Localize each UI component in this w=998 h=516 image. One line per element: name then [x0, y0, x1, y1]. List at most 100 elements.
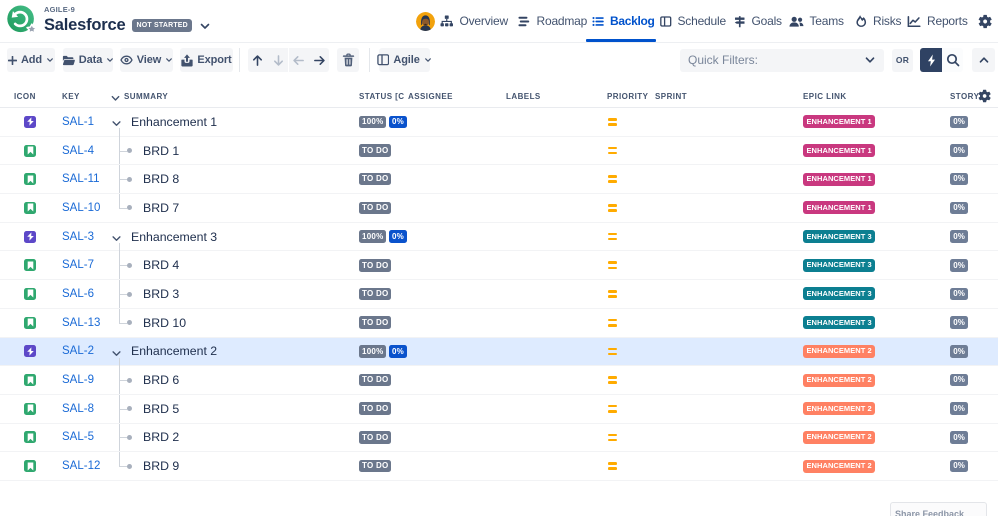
issue-key-link[interactable]: SAL-12 — [62, 460, 100, 472]
column-header-sprint[interactable]: SPRINT — [655, 80, 687, 108]
quick-filters-dropdown[interactable]: Quick Filters: — [680, 48, 884, 72]
tree-dot — [127, 320, 132, 326]
column-header-summary[interactable]: SUMMARY — [124, 80, 168, 108]
nav-item-roadmap[interactable]: Roadmap — [517, 0, 587, 42]
expand-chevron-down-icon[interactable] — [111, 116, 122, 134]
nav-item-backlog[interactable]: Backlog — [586, 0, 656, 42]
agile-view-button[interactable]: Agile — [377, 48, 431, 72]
issue-key-link[interactable]: SAL-13 — [62, 317, 100, 329]
nav-item-risks[interactable]: Risks — [855, 0, 902, 42]
table-row[interactable]: SAL-8 BRD 5 TO DO ENHANCEMENT 2 0% — [0, 394, 998, 424]
issue-summary[interactable]: BRD 3 — [143, 280, 179, 308]
issue-summary[interactable]: BRD 7 — [143, 194, 179, 222]
nav-item-teams[interactable]: Teams — [789, 0, 844, 42]
column-header-icon[interactable]: ICON — [14, 80, 36, 108]
table-row[interactable]: SAL-11 BRD 8 TO DO ENHANCEMENT 1 0% — [0, 165, 998, 195]
table-row[interactable]: SAL-12 BRD 9 TO DO ENHANCEMENT 2 0% — [0, 452, 998, 481]
priority-medium-icon — [608, 204, 617, 212]
issue-summary[interactable]: Enhancement 1 — [131, 108, 217, 136]
epic-link-badge[interactable]: ENHANCEMENT 2 — [803, 344, 876, 358]
move-up-button[interactable] — [247, 48, 268, 72]
column-header-assignee[interactable]: ASSIGNEE — [408, 80, 453, 108]
issue-key-link[interactable]: SAL-9 — [62, 374, 94, 386]
issue-key-link[interactable]: SAL-10 — [62, 202, 100, 214]
epic-link-badge[interactable]: ENHANCEMENT 1 — [803, 172, 876, 186]
status-badge: TO DO — [359, 316, 392, 329]
issue-key-link[interactable]: SAL-11 — [62, 173, 100, 185]
issue-summary[interactable]: BRD 4 — [143, 251, 179, 279]
export-button[interactable]: Export — [180, 48, 233, 72]
table-row[interactable]: SAL-5 BRD 2 TO DO ENHANCEMENT 2 0% — [0, 423, 998, 453]
quick-transform-button[interactable] — [920, 48, 942, 72]
issue-summary[interactable]: BRD 5 — [143, 395, 179, 423]
issue-key-link[interactable]: SAL-8 — [62, 403, 94, 415]
table-row[interactable]: SAL-1 Enhancement 1 100% 0% ENHANCEMENT 1 0% — [0, 108, 998, 137]
issue-key-link[interactable]: SAL-4 — [62, 145, 94, 157]
issue-summary[interactable]: BRD 6 — [143, 366, 179, 394]
issue-key-link[interactable]: SAL-7 — [62, 259, 94, 271]
add-button[interactable]: Add — [7, 48, 55, 72]
issue-summary[interactable]: Enhancement 3 — [131, 223, 217, 251]
table-row[interactable]: SAL-2 Enhancement 2 100% 0% ENHANCEMENT 2 0% — [0, 337, 998, 367]
move-down-button[interactable] — [268, 48, 289, 72]
table-row[interactable]: SAL-4 BRD 1 TO DO ENHANCEMENT 1 0% — [0, 136, 998, 166]
nav-item-reports[interactable]: Reports — [907, 0, 968, 42]
epic-link-badge[interactable]: ENHANCEMENT 2 — [803, 430, 876, 444]
column-header-priority[interactable]: PRIORITY — [607, 80, 648, 108]
table-row[interactable]: SAL-13 BRD 10 TO DO ENHANCEMENT 3 0% — [0, 308, 998, 338]
status-badge: 100% — [359, 345, 387, 358]
issue-key-link[interactable]: SAL-2 — [62, 345, 94, 357]
issue-key-link[interactable]: SAL-5 — [62, 431, 94, 443]
table-row[interactable]: SAL-6 BRD 3 TO DO ENHANCEMENT 3 0% — [0, 280, 998, 309]
epic-link-badge[interactable]: ENHANCEMENT 2 — [803, 459, 876, 473]
table-row[interactable]: SAL-9 BRD 6 TO DO ENHANCEMENT 2 0% — [0, 366, 998, 395]
epic-link-badge[interactable]: ENHANCEMENT 3 — [803, 258, 876, 272]
epic-link-badge[interactable]: ENHANCEMENT 3 — [803, 230, 876, 244]
status-badge: TO DO — [359, 201, 392, 215]
nav-item-schedule[interactable]: Schedule — [660, 0, 726, 42]
outdent-button[interactable] — [288, 48, 309, 72]
key-cell: SAL-13 — [62, 309, 100, 337]
column-header-status[interactable]: STATUS [C — [359, 80, 404, 108]
collapse-toolbar-button[interactable] — [972, 48, 995, 72]
issue-key-link[interactable]: SAL-6 — [62, 288, 94, 300]
indent-button[interactable] — [309, 48, 330, 72]
expand-chevron-down-icon[interactable] — [111, 231, 122, 249]
epic-link-badge[interactable]: ENHANCEMENT 1 — [803, 115, 876, 129]
column-header-epic-link[interactable]: EPIC LINK — [803, 80, 847, 108]
user-avatar[interactable] — [415, 12, 435, 31]
table-row[interactable]: SAL-7 BRD 4 TO DO ENHANCEMENT 3 0% — [0, 251, 998, 281]
story-type-icon — [24, 259, 36, 272]
share-feedback-button[interactable]: Share Feedback — [890, 502, 987, 516]
table-row[interactable]: SAL-3 Enhancement 3 100% 0% ENHANCEMENT 3 0% — [0, 222, 998, 252]
epic-link-badge[interactable]: ENHANCEMENT 2 — [803, 373, 876, 387]
data-button[interactable]: Data — [62, 48, 114, 72]
expand-chevron-down-icon[interactable] — [111, 346, 122, 364]
issue-summary[interactable]: BRD 8 — [143, 165, 179, 193]
issue-summary[interactable]: BRD 9 — [143, 452, 179, 480]
search-button[interactable] — [942, 48, 963, 72]
column-header-labels[interactable]: LABELS — [506, 80, 541, 108]
issue-summary[interactable]: BRD 1 — [143, 137, 179, 165]
epic-link-badge[interactable]: ENHANCEMENT 3 — [803, 316, 876, 330]
issue-summary[interactable]: BRD 2 — [143, 424, 179, 452]
epic-link-badge[interactable]: ENHANCEMENT 2 — [803, 402, 876, 416]
column-header-key[interactable]: KEY — [62, 80, 80, 108]
table-row[interactable]: SAL-10 BRD 7 TO DO ENHANCEMENT 1 0% — [0, 194, 998, 223]
issue-summary[interactable]: Enhancement 2 — [131, 338, 217, 366]
status-badge: 0% — [388, 230, 408, 243]
nav-item-overview[interactable]: Overview — [440, 0, 508, 42]
or-toggle-button[interactable]: OR — [892, 48, 913, 72]
view-button[interactable]: View — [120, 48, 173, 72]
issue-key-link[interactable]: SAL-3 — [62, 231, 94, 243]
epic-link-badge[interactable]: ENHANCEMENT 1 — [803, 144, 876, 158]
epic-link-badge[interactable]: ENHANCEMENT 3 — [803, 287, 876, 301]
epic-link-badge[interactable]: ENHANCEMENT 1 — [803, 201, 876, 215]
sort-chevron-down-icon[interactable] — [110, 91, 121, 109]
nav-item-goals[interactable]: Goals — [734, 0, 782, 42]
delete-button[interactable] — [337, 48, 360, 72]
issue-key-link[interactable]: SAL-1 — [62, 116, 94, 128]
issue-summary[interactable]: BRD 10 — [143, 309, 186, 337]
column-settings-gear-icon[interactable] — [977, 89, 991, 108]
settings-gear-icon[interactable] — [977, 14, 992, 29]
